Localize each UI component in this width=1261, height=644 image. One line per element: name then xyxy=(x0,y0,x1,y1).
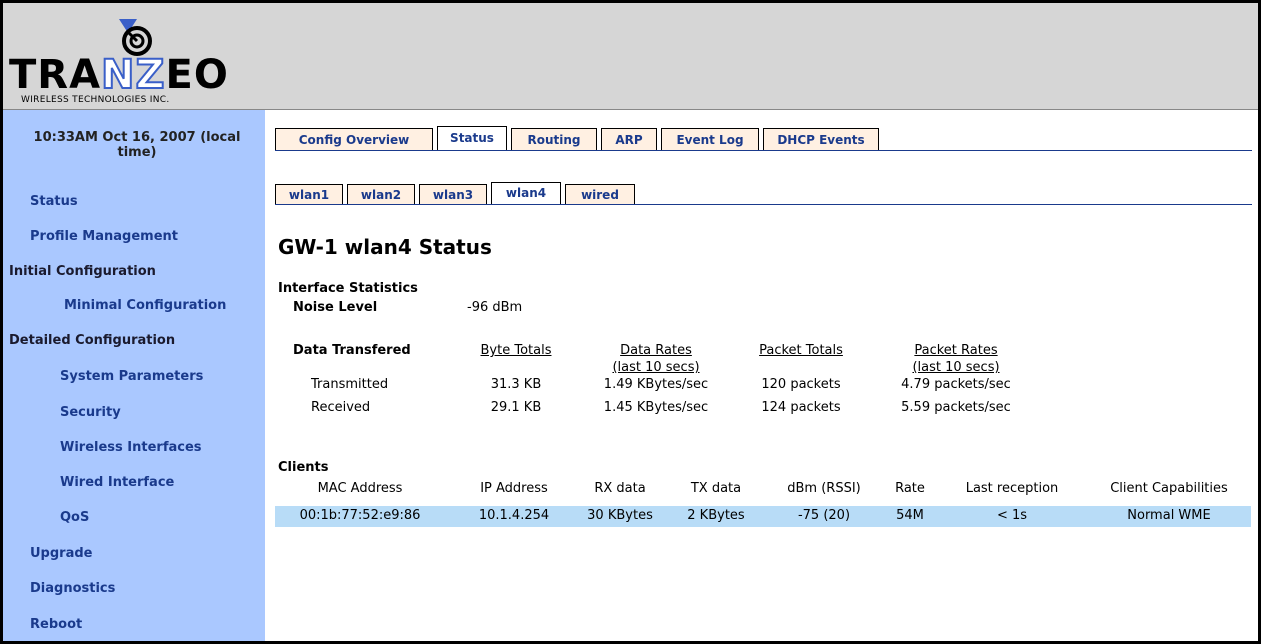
tab-dhcp-events[interactable]: DHCP Events xyxy=(763,128,879,150)
col-packet-totals: Packet Totals xyxy=(759,343,843,358)
tab-underline xyxy=(275,150,1252,151)
clients-heading: Clients xyxy=(278,460,329,475)
clients-col-tx: TX data xyxy=(690,481,742,496)
sidebar-item-system-parameters[interactable]: System Parameters xyxy=(60,369,203,384)
subtab-underline xyxy=(275,204,1252,205)
tab-event-log[interactable]: Event Log xyxy=(661,128,759,150)
tab-routing[interactable]: Routing xyxy=(511,128,597,150)
clock-text: 10:33AM Oct 16, 2007 (local time) xyxy=(33,130,241,160)
col-packet-rates: Packet Rates xyxy=(914,343,998,358)
logo-tagline: WIRELESS TECHNOLOGIES INC. xyxy=(21,95,170,105)
clients-col-rate: Rate xyxy=(895,481,925,496)
received-bytes: 29.1 KB xyxy=(490,400,542,415)
subtab-wlan3[interactable]: wlan3 xyxy=(419,184,487,204)
client-tx: 2 KBytes xyxy=(687,508,745,523)
sidebar-item-status[interactable]: Status xyxy=(30,194,78,209)
transmitted-packets: 120 packets xyxy=(761,377,841,392)
col-packet-rates-sub: (last 10 secs) xyxy=(912,360,1000,375)
received-rate: 1.45 KBytes/sec xyxy=(603,400,709,415)
sidebar-item-wireless-interfaces[interactable]: Wireless Interfaces xyxy=(60,440,202,455)
col-data-rates-sub: (last 10 secs) xyxy=(612,360,700,375)
client-ip: 10.1.4.254 xyxy=(478,508,550,523)
clients-col-ip: IP Address xyxy=(480,481,548,496)
logo-wordmark: TRANZEO xyxy=(9,52,229,98)
clients-col-capabilities: Client Capabilities xyxy=(1110,481,1228,496)
page-title: GW-1 wlan4 Status xyxy=(278,235,492,259)
clients-col-dbm: dBm (RSSI) xyxy=(787,481,861,496)
col-byte-totals: Byte Totals xyxy=(480,343,552,358)
col-data-rates: Data Rates xyxy=(620,343,692,358)
clients-col-rx: RX data xyxy=(594,481,646,496)
client-rate: 54M xyxy=(896,508,924,523)
main-content: Config Overview Status Routing ARP Event… xyxy=(271,110,1256,641)
browser-frame: TRANZEO WIRELESS TECHNOLOGIES INC. 10:33… xyxy=(0,0,1261,644)
received-packet-rate: 5.59 packets/sec xyxy=(901,400,1011,415)
sidebar-item-upgrade[interactable]: Upgrade xyxy=(30,546,92,561)
sidebar-item-diagnostics[interactable]: Diagnostics xyxy=(30,581,115,596)
sidebar-item-reboot[interactable]: Reboot xyxy=(30,617,82,632)
sidebar-item-minimal-configuration[interactable]: Minimal Configuration xyxy=(64,298,226,313)
received-packets: 124 packets xyxy=(761,400,841,415)
client-mac: 00:1b:77:52:e9:86 xyxy=(299,508,421,523)
subtab-wired[interactable]: wired xyxy=(565,184,635,204)
transmitted-bytes: 31.3 KB xyxy=(490,377,542,392)
sidebar-section-detailed-configuration: Detailed Configuration xyxy=(9,333,176,348)
tab-arp[interactable]: ARP xyxy=(601,128,657,150)
client-rx: 30 KBytes xyxy=(587,508,653,523)
client-last-reception: < 1s xyxy=(996,508,1028,523)
client-dbm: -75 (20) xyxy=(797,508,851,523)
logo-icon xyxy=(119,19,152,56)
tab-config-overview[interactable]: Config Overview xyxy=(275,128,433,150)
interface-stats-heading: Interface Statistics xyxy=(278,281,418,296)
sidebar: 10:33AM Oct 16, 2007 (local time) Status… xyxy=(3,110,265,641)
noise-level-value: -96 dBm xyxy=(467,300,523,315)
subtab-wlan1[interactable]: wlan1 xyxy=(275,184,343,204)
clients-col-mac: MAC Address xyxy=(317,481,403,496)
clients-col-last-reception: Last reception xyxy=(965,481,1059,496)
subtab-wlan2[interactable]: wlan2 xyxy=(347,184,415,204)
data-transfered-label: Data Transfered xyxy=(293,343,411,358)
row-transmitted-label: Transmitted xyxy=(311,377,389,392)
sidebar-item-profile-management[interactable]: Profile Management xyxy=(30,229,178,244)
transmitted-packet-rate: 4.79 packets/sec xyxy=(901,377,1011,392)
row-received-label: Received xyxy=(311,400,371,415)
client-capabilities: Normal WME xyxy=(1127,508,1211,523)
sidebar-item-security[interactable]: Security xyxy=(60,405,121,420)
transmitted-rate: 1.49 KBytes/sec xyxy=(603,377,709,392)
subtab-wlan4[interactable]: wlan4 xyxy=(491,182,561,204)
sidebar-item-wired-interface[interactable]: Wired Interface xyxy=(60,475,174,490)
noise-level-label: Noise Level xyxy=(293,300,378,315)
header: TRANZEO WIRELESS TECHNOLOGIES INC. xyxy=(3,3,1258,110)
sidebar-item-qos[interactable]: QoS xyxy=(60,510,89,525)
tab-status[interactable]: Status xyxy=(437,126,507,150)
sidebar-section-initial-configuration: Initial Configuration xyxy=(9,264,156,279)
